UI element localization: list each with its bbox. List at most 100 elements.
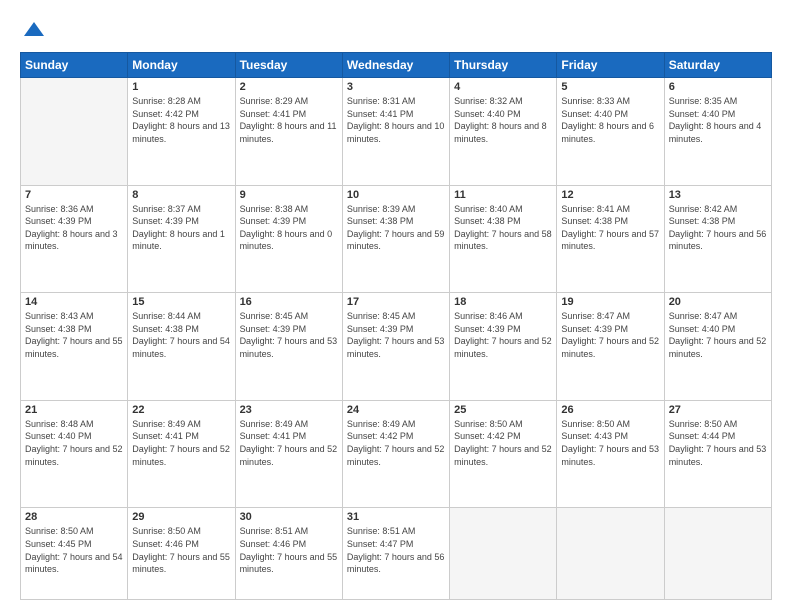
day-number: 30 [240, 511, 338, 523]
day-number: 3 [347, 81, 445, 93]
day-detail: Sunrise: 8:50 AMSunset: 4:45 PMDaylight:… [25, 525, 123, 575]
day-detail: Sunrise: 8:32 AMSunset: 4:40 PMDaylight:… [454, 95, 552, 145]
day-detail: Sunrise: 8:51 AMSunset: 4:46 PMDaylight:… [240, 525, 338, 575]
day-detail: Sunrise: 8:40 AMSunset: 4:38 PMDaylight:… [454, 203, 552, 253]
day-number: 10 [347, 189, 445, 201]
day-number: 27 [669, 404, 767, 416]
day-detail: Sunrise: 8:49 AMSunset: 4:41 PMDaylight:… [240, 418, 338, 468]
day-detail: Sunrise: 8:50 AMSunset: 4:46 PMDaylight:… [132, 525, 230, 575]
day-detail: Sunrise: 8:37 AMSunset: 4:39 PMDaylight:… [132, 203, 230, 253]
calendar-cell: 3 Sunrise: 8:31 AMSunset: 4:41 PMDaylight… [342, 78, 449, 186]
day-detail: Sunrise: 8:35 AMSunset: 4:40 PMDaylight:… [669, 95, 767, 145]
day-number: 5 [561, 81, 659, 93]
day-number: 6 [669, 81, 767, 93]
weekday-header: Tuesday [235, 53, 342, 78]
calendar-cell: 5 Sunrise: 8:33 AMSunset: 4:40 PMDaylight… [557, 78, 664, 186]
day-detail: Sunrise: 8:38 AMSunset: 4:39 PMDaylight:… [240, 203, 338, 253]
logo [20, 18, 46, 42]
day-number: 13 [669, 189, 767, 201]
day-detail: Sunrise: 8:50 AMSunset: 4:42 PMDaylight:… [454, 418, 552, 468]
day-number: 7 [25, 189, 123, 201]
calendar-cell: 21 Sunrise: 8:48 AMSunset: 4:40 PMDayligh… [21, 400, 128, 508]
calendar-cell: 9 Sunrise: 8:38 AMSunset: 4:39 PMDaylight… [235, 185, 342, 293]
calendar-cell: 19 Sunrise: 8:47 AMSunset: 4:39 PMDayligh… [557, 293, 664, 401]
calendar-cell: 4 Sunrise: 8:32 AMSunset: 4:40 PMDaylight… [450, 78, 557, 186]
day-detail: Sunrise: 8:41 AMSunset: 4:38 PMDaylight:… [561, 203, 659, 253]
day-detail: Sunrise: 8:29 AMSunset: 4:41 PMDaylight:… [240, 95, 338, 145]
day-number: 12 [561, 189, 659, 201]
calendar-cell: 25 Sunrise: 8:50 AMSunset: 4:42 PMDayligh… [450, 400, 557, 508]
calendar-cell: 8 Sunrise: 8:37 AMSunset: 4:39 PMDaylight… [128, 185, 235, 293]
calendar-cell: 1 Sunrise: 8:28 AMSunset: 4:42 PMDaylight… [128, 78, 235, 186]
day-number: 29 [132, 511, 230, 523]
day-detail: Sunrise: 8:49 AMSunset: 4:42 PMDaylight:… [347, 418, 445, 468]
day-number: 14 [25, 296, 123, 308]
day-number: 23 [240, 404, 338, 416]
day-detail: Sunrise: 8:31 AMSunset: 4:41 PMDaylight:… [347, 95, 445, 145]
day-number: 20 [669, 296, 767, 308]
day-number: 8 [132, 189, 230, 201]
day-number: 26 [561, 404, 659, 416]
calendar-cell [450, 508, 557, 600]
calendar-cell [21, 78, 128, 186]
calendar-cell: 6 Sunrise: 8:35 AMSunset: 4:40 PMDaylight… [664, 78, 771, 186]
day-number: 15 [132, 296, 230, 308]
calendar-cell: 2 Sunrise: 8:29 AMSunset: 4:41 PMDaylight… [235, 78, 342, 186]
calendar-cell: 28 Sunrise: 8:50 AMSunset: 4:45 PMDayligh… [21, 508, 128, 600]
calendar-cell: 14Sunrise: 8:43 AMSunset: 4:38 PMDayligh… [21, 293, 128, 401]
calendar-cell: 16Sunrise: 8:45 AMSunset: 4:39 PMDayligh… [235, 293, 342, 401]
header [20, 18, 772, 42]
day-number: 11 [454, 189, 552, 201]
day-detail: Sunrise: 8:49 AMSunset: 4:41 PMDaylight:… [132, 418, 230, 468]
page: SundayMondayTuesdayWednesdayThursdayFrid… [0, 0, 792, 612]
day-number: 9 [240, 189, 338, 201]
day-detail: Sunrise: 8:39 AMSunset: 4:38 PMDaylight:… [347, 203, 445, 253]
day-number: 24 [347, 404, 445, 416]
calendar-cell: 13 Sunrise: 8:42 AMSunset: 4:38 PMDayligh… [664, 185, 771, 293]
calendar-cell: 20Sunrise: 8:47 AMSunset: 4:40 PMDayligh… [664, 293, 771, 401]
day-number: 28 [25, 511, 123, 523]
weekday-header: Thursday [450, 53, 557, 78]
day-detail: Sunrise: 8:48 AMSunset: 4:40 PMDaylight:… [25, 418, 123, 468]
weekday-header: Friday [557, 53, 664, 78]
weekday-header: Wednesday [342, 53, 449, 78]
calendar-table: SundayMondayTuesdayWednesdayThursdayFrid… [20, 52, 772, 600]
calendar-cell: 15Sunrise: 8:44 AMSunset: 4:38 PMDayligh… [128, 293, 235, 401]
calendar-cell [664, 508, 771, 600]
calendar-cell: 22 Sunrise: 8:49 AMSunset: 4:41 PMDayligh… [128, 400, 235, 508]
day-detail: Sunrise: 8:51 AMSunset: 4:47 PMDaylight:… [347, 525, 445, 575]
day-detail: Sunrise: 8:33 AMSunset: 4:40 PMDaylight:… [561, 95, 659, 145]
calendar-cell: 17Sunrise: 8:45 AMSunset: 4:39 PMDayligh… [342, 293, 449, 401]
calendar-cell: 30 Sunrise: 8:51 AMSunset: 4:46 PMDayligh… [235, 508, 342, 600]
day-number: 31 [347, 511, 445, 523]
calendar-cell: 11 Sunrise: 8:40 AMSunset: 4:38 PMDayligh… [450, 185, 557, 293]
day-detail: Sunrise: 8:46 AMSunset: 4:39 PMDaylight:… [454, 310, 552, 360]
day-detail: Sunrise: 8:50 AMSunset: 4:44 PMDaylight:… [669, 418, 767, 468]
day-number: 2 [240, 81, 338, 93]
day-number: 22 [132, 404, 230, 416]
day-number: 17 [347, 296, 445, 308]
calendar-cell: 18 Sunrise: 8:46 AMSunset: 4:39 PMDayligh… [450, 293, 557, 401]
day-detail: Sunrise: 8:28 AMSunset: 4:42 PMDaylight:… [132, 95, 230, 145]
day-number: 19 [561, 296, 659, 308]
day-number: 25 [454, 404, 552, 416]
day-number: 21 [25, 404, 123, 416]
day-number: 4 [454, 81, 552, 93]
day-detail: Sunrise: 8:45 AMSunset: 4:39 PMDaylight:… [240, 310, 338, 360]
calendar-cell: 26 Sunrise: 8:50 AMSunset: 4:43 PMDayligh… [557, 400, 664, 508]
logo-icon [22, 18, 46, 42]
weekday-header: Sunday [21, 53, 128, 78]
day-detail: Sunrise: 8:47 AMSunset: 4:39 PMDaylight:… [561, 310, 659, 360]
weekday-header: Monday [128, 53, 235, 78]
calendar-cell [557, 508, 664, 600]
calendar-cell: 31 Sunrise: 8:51 AMSunset: 4:47 PMDayligh… [342, 508, 449, 600]
day-number: 18 [454, 296, 552, 308]
calendar-cell: 23 Sunrise: 8:49 AMSunset: 4:41 PMDayligh… [235, 400, 342, 508]
day-number: 1 [132, 81, 230, 93]
day-detail: Sunrise: 8:42 AMSunset: 4:38 PMDaylight:… [669, 203, 767, 253]
calendar-cell: 27 Sunrise: 8:50 AMSunset: 4:44 PMDayligh… [664, 400, 771, 508]
calendar-cell: 24 Sunrise: 8:49 AMSunset: 4:42 PMDayligh… [342, 400, 449, 508]
day-detail: Sunrise: 8:50 AMSunset: 4:43 PMDaylight:… [561, 418, 659, 468]
weekday-header: Saturday [664, 53, 771, 78]
calendar-cell: 7Sunrise: 8:36 AMSunset: 4:39 PMDaylight… [21, 185, 128, 293]
